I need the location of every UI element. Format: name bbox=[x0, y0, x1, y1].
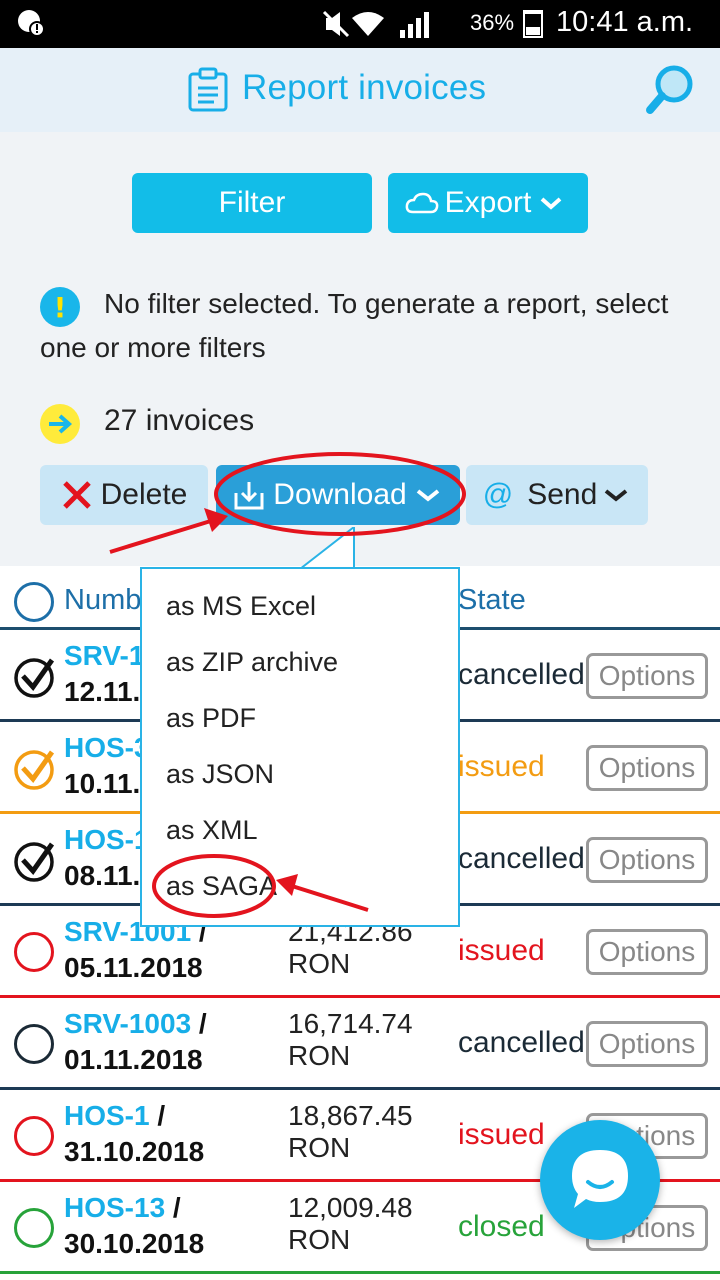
invoice-number-text: HOS-3 bbox=[64, 732, 150, 763]
invoice-state: cancelled bbox=[458, 1026, 585, 1059]
invoice-number-text: HOS-1 bbox=[64, 1100, 150, 1131]
send-button-label: Send bbox=[527, 478, 598, 511]
invoice-count: 27 invoices bbox=[104, 404, 255, 437]
invoice-number[interactable]: HOS-1 / bbox=[64, 1100, 165, 1132]
send-button[interactable]: @ Send bbox=[466, 465, 648, 525]
cloud-icon bbox=[405, 192, 439, 214]
amount-value: 16,714.74 bbox=[288, 1008, 413, 1039]
invoice-state: closed bbox=[458, 1210, 545, 1243]
invoice-date: 31.10.2018 bbox=[64, 1136, 205, 1167]
delete-button-label: Delete bbox=[100, 478, 188, 511]
invoice-number[interactable]: SRV-1003 / bbox=[64, 1008, 207, 1040]
menu-item-saga[interactable]: as SAGA bbox=[166, 871, 277, 902]
amount-value: 12,009.48 bbox=[288, 1192, 413, 1223]
row-checkbox[interactable] bbox=[14, 1208, 54, 1248]
number-date-separator: / bbox=[149, 1100, 166, 1131]
filter-button-label: Filter bbox=[218, 186, 286, 219]
column-header-number[interactable]: Numb bbox=[64, 584, 141, 617]
row-checkbox[interactable] bbox=[14, 1024, 54, 1064]
invoice-number-text: HOS-13 bbox=[64, 1192, 166, 1223]
menu-item-xml[interactable]: as XML bbox=[166, 815, 258, 846]
battery-percent: 36% bbox=[470, 10, 515, 35]
page-title: Report invoices bbox=[242, 68, 487, 107]
invoice-number-text: SRV-1003 bbox=[64, 1008, 192, 1039]
options-button[interactable]: Options bbox=[586, 837, 708, 883]
invoice-date: 08.11. bbox=[64, 860, 141, 891]
invoice-amount: 12,009.48 RON bbox=[288, 1192, 413, 1256]
options-button[interactable]: Options bbox=[586, 745, 708, 791]
invoice-number-text: HOS-1 bbox=[64, 824, 150, 855]
status-bar: 36% 10:41 a.m. bbox=[0, 0, 720, 48]
menu-item-excel[interactable]: as MS Excel bbox=[166, 591, 316, 622]
download-button-label: Download bbox=[273, 478, 407, 511]
amount-currency: RON bbox=[288, 1132, 351, 1163]
amount-value: 18,867.45 bbox=[288, 1100, 413, 1131]
chevron-down-icon bbox=[605, 489, 628, 502]
search-icon[interactable] bbox=[644, 62, 698, 116]
at-icon: @ bbox=[482, 478, 514, 511]
data-alert-icon bbox=[18, 10, 45, 37]
invoice-date: 30.10.2018 bbox=[64, 1228, 205, 1259]
notice-text: No filter selected. To generate a report… bbox=[40, 288, 669, 363]
chevron-down-icon bbox=[541, 197, 562, 210]
amount-currency: RON bbox=[288, 1224, 351, 1255]
invoice-amount: 18,867.45 RON bbox=[288, 1100, 413, 1164]
select-all-checkbox[interactable] bbox=[14, 582, 54, 622]
amount-currency: RON bbox=[288, 1040, 351, 1071]
invoice-state: cancelled bbox=[458, 658, 585, 691]
clock: 10:41 a.m. bbox=[556, 6, 694, 38]
clipboard-icon bbox=[188, 67, 228, 112]
invoice-date: 05.11.2018 bbox=[64, 952, 203, 983]
signal-icons bbox=[322, 10, 429, 38]
menu-item-zip[interactable]: as ZIP archive bbox=[166, 647, 338, 678]
app-bar: Report invoices bbox=[0, 48, 720, 132]
download-menu: as MS Excel as ZIP archive as PDF as JSO… bbox=[140, 567, 460, 927]
export-button-label: Export bbox=[444, 186, 532, 219]
options-button[interactable]: Options bbox=[586, 929, 708, 975]
checked-circle-icon[interactable] bbox=[14, 746, 58, 790]
row-checkbox[interactable] bbox=[14, 1116, 54, 1156]
invoice-number[interactable]: HOS-13 / bbox=[64, 1192, 181, 1224]
column-header-state[interactable]: State bbox=[458, 584, 526, 617]
invoice-number-text: SRV-1 bbox=[64, 640, 145, 671]
battery-icon bbox=[523, 10, 543, 38]
invoice-state: issued bbox=[458, 1118, 545, 1151]
options-button[interactable]: Options bbox=[586, 653, 708, 699]
invoice-amount: 16,714.74 RON bbox=[288, 1008, 413, 1072]
checked-circle-icon[interactable] bbox=[14, 654, 58, 698]
filter-button[interactable]: Filter bbox=[132, 173, 372, 233]
chat-button[interactable] bbox=[540, 1120, 660, 1240]
checked-circle-icon[interactable] bbox=[14, 838, 58, 882]
invoice-date: 01.11.2018 bbox=[64, 1044, 203, 1075]
table-row[interactable]: SRV-1003 / 01.11.2018 16,714.74 RON cancelle… bbox=[0, 998, 720, 1090]
options-button[interactable]: Options bbox=[586, 1021, 708, 1067]
amount-currency: RON bbox=[288, 948, 351, 979]
download-icon bbox=[234, 482, 264, 510]
number-date-separator: / bbox=[165, 1192, 181, 1223]
chat-icon bbox=[572, 1150, 628, 1208]
dropdown-pointer bbox=[300, 527, 355, 570]
export-button[interactable]: Export bbox=[388, 173, 588, 233]
delete-button[interactable]: Delete bbox=[40, 465, 208, 525]
invoice-state: cancelled bbox=[458, 842, 585, 875]
arrow-right-icon bbox=[40, 404, 80, 444]
number-date-separator: / bbox=[191, 1008, 207, 1039]
download-button[interactable]: Download bbox=[216, 465, 460, 525]
invoice-state: issued bbox=[458, 934, 545, 967]
menu-item-pdf[interactable]: as PDF bbox=[166, 703, 256, 734]
close-icon bbox=[62, 481, 91, 509]
row-checkbox[interactable] bbox=[14, 932, 54, 972]
menu-item-json[interactable]: as JSON bbox=[166, 759, 274, 790]
chevron-down-icon bbox=[416, 489, 439, 502]
invoice-state: issued bbox=[458, 750, 545, 783]
